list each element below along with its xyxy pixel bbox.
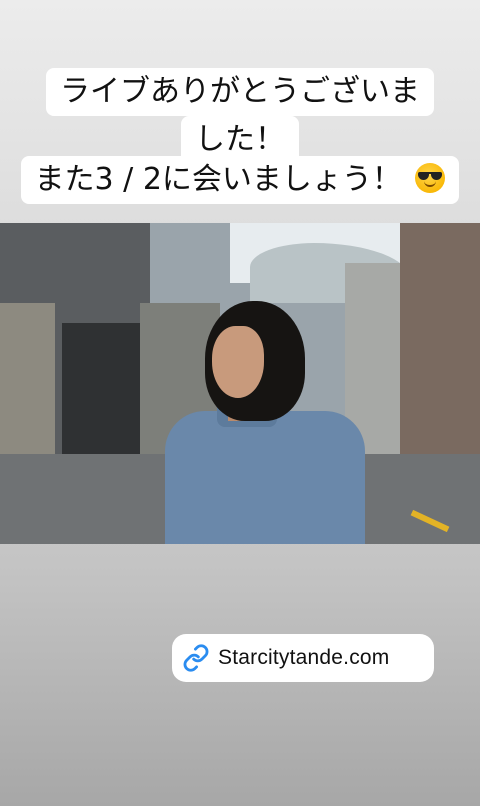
caption-line-1-wrap: ライブありがとうございま (0, 68, 480, 116)
story-photo (0, 223, 480, 544)
link-sticker[interactable]: Starcitytande.com (172, 634, 434, 682)
caption-line-1: ライブありがとうございま (46, 68, 434, 116)
link-icon (182, 644, 210, 672)
sunglasses-emoji-icon (415, 163, 446, 193)
person (165, 301, 365, 544)
link-text[interactable]: Starcitytande.com (218, 646, 389, 670)
caption-line-3-text: また3 / 2に会いましょう！ (34, 162, 402, 197)
caption-line-3-wrap: また3 / 2に会いましょう！ (0, 156, 480, 204)
face (212, 326, 264, 398)
denim-shirt (165, 411, 365, 544)
caption-line-3: また3 / 2に会いましょう！ (20, 156, 460, 204)
